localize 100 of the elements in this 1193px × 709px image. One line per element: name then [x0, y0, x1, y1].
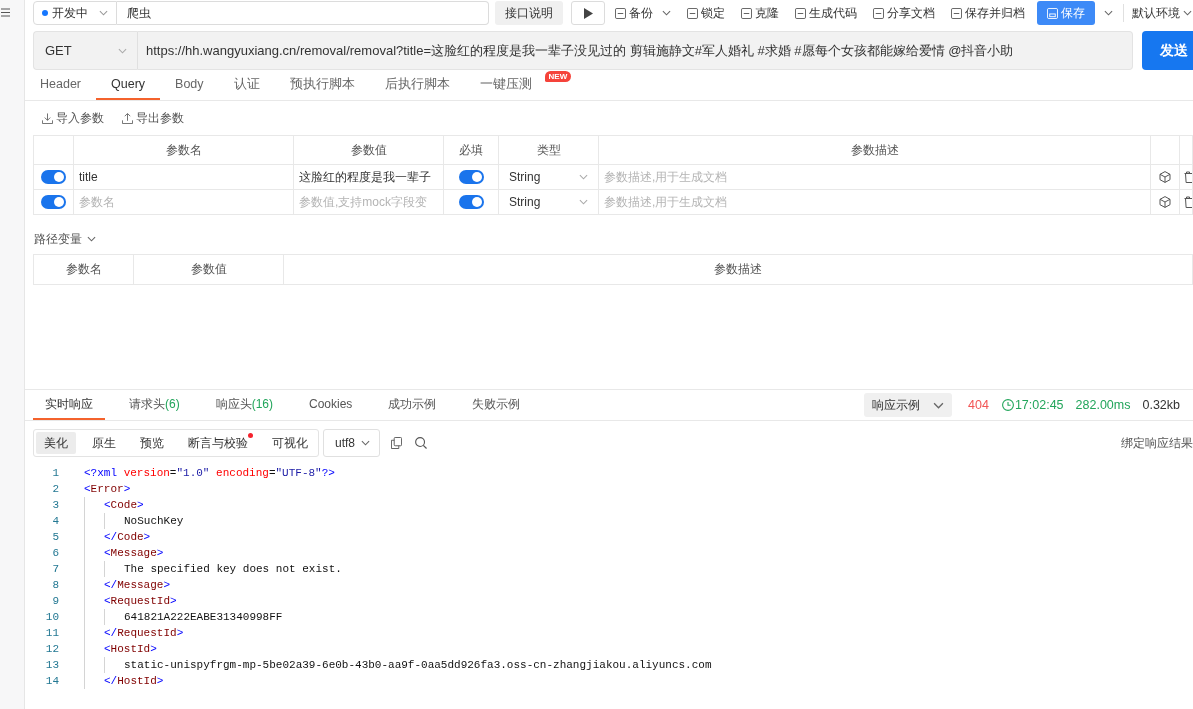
request-tab[interactable]: 预执行脚本 — [274, 70, 370, 100]
square-icon — [741, 7, 752, 19]
line-number: 11 — [44, 626, 59, 641]
param-value-field[interactable]: 参数值,支持mock字段变 — [294, 190, 443, 214]
param-description-field[interactable]: 参数描述,用于生成文档 — [599, 190, 1150, 214]
code-line: NoSuchKey — [124, 514, 184, 529]
code-line: <RequestId> — [104, 594, 177, 609]
menu-icon[interactable] — [1, 8, 10, 17]
type-dropdown[interactable]: String — [499, 165, 598, 189]
toggle-switch[interactable] — [458, 195, 484, 209]
example-dropdown[interactable]: 响应示例 — [864, 393, 953, 417]
request-tab[interactable]: 一键压测 — [464, 70, 547, 100]
request-tab[interactable]: Body — [160, 70, 219, 100]
column-header: 参数描述 — [599, 136, 1151, 165]
request-tab[interactable]: Query — [96, 70, 161, 100]
method-dropdown[interactable]: GET — [33, 31, 138, 70]
toolbar-button[interactable]: 备份 — [609, 1, 677, 25]
toolbar-button[interactable]: 锁定 — [681, 1, 731, 25]
column-header: 参数名 — [34, 255, 134, 285]
play-icon — [583, 7, 593, 19]
code-line: </Message> — [104, 578, 171, 593]
param-description-field[interactable]: 参数描述,用于生成文档 — [599, 165, 1150, 189]
square-icon — [687, 7, 698, 19]
response-tab[interactable]: 成功示例 — [376, 390, 449, 420]
response-tab[interactable]: 失败示例 — [460, 390, 533, 420]
code-line: <Error> — [84, 482, 131, 497]
code-line: The specified key does not exist. — [124, 562, 342, 577]
encoding-dropdown[interactable]: utf8 — [323, 429, 380, 457]
column-header: 参数名 — [74, 136, 294, 165]
response-tab[interactable]: 响应头(16) — [203, 390, 285, 420]
line-number: 1 — [51, 466, 59, 481]
line-number: 8 — [51, 578, 59, 593]
toggle-switch[interactable] — [41, 195, 66, 209]
type-dropdown[interactable]: String — [499, 190, 598, 214]
export-button[interactable]: 导出参数 — [122, 109, 184, 127]
chevron-down-icon — [579, 199, 588, 205]
column-header: 类型 — [499, 136, 599, 165]
square-icon — [615, 7, 626, 19]
param-name-field[interactable]: 参数名 — [74, 190, 293, 214]
toolbar-button[interactable]: 生成代码 — [789, 1, 863, 25]
trash-icon[interactable] — [1184, 171, 1192, 183]
code-line: <?xml version="1.0" encoding="UTF-8"?> — [84, 466, 335, 481]
code-line: </RequestId> — [104, 626, 184, 641]
view-mode-tab[interactable]: 原生 — [84, 432, 124, 454]
column-header: 参数描述 — [284, 255, 1193, 285]
view-mode-tab[interactable]: 断言与校验 — [180, 432, 256, 454]
code-line: static-unispyfrgm-mp-5be02a39-6e0b-43b0-aa9f-0aa5dd926fa3.oss-cn-zhangjiakou.aliyuncs.com — [124, 658, 712, 673]
response-tab[interactable]: Cookies — [297, 390, 365, 420]
line-number: 13 — [44, 658, 59, 673]
toggle-switch[interactable] — [458, 170, 484, 184]
request-tab[interactable]: 后执行脚本 — [369, 70, 465, 100]
view-mode-tab[interactable]: 可视化 — [264, 432, 316, 454]
response-tab[interactable]: 请求头(6) — [117, 390, 192, 420]
bind-response-button[interactable]: 绑定响应结果 — [1121, 434, 1193, 452]
square-icon — [873, 7, 884, 19]
code-line: <Message> — [104, 546, 164, 561]
code-line: 641821A222EABE31340998FF — [124, 610, 283, 625]
line-number: 4 — [51, 514, 59, 529]
column-header: 参数值 — [134, 255, 284, 285]
line-number: 2 — [51, 482, 59, 497]
column-header: 必填 — [444, 136, 499, 165]
chevron-down-icon — [933, 401, 945, 409]
clock-icon — [1001, 399, 1014, 411]
param-value-field[interactable]: 这脸红的程度是我一辈子 — [294, 165, 443, 189]
response-duration: 282.00ms — [1075, 398, 1131, 412]
view-mode-tab[interactable]: 预览 — [132, 432, 172, 454]
copy-icon[interactable] — [391, 437, 402, 449]
doc-button[interactable]: 接口说明 — [495, 1, 563, 25]
param-name-field[interactable]: title — [74, 165, 293, 189]
new-badge: NEW — [544, 71, 572, 82]
toolbar-button[interactable]: 保存并归档 — [945, 1, 1031, 25]
chevron-down-icon — [118, 47, 127, 54]
path-variables-toggle[interactable]: 路径变量 — [33, 229, 97, 249]
cube-icon[interactable] — [1159, 171, 1171, 183]
save-icon — [1047, 7, 1058, 19]
trash-icon[interactable] — [1184, 196, 1192, 208]
request-tab[interactable]: 认证 — [218, 70, 275, 100]
chevron-down-icon — [1103, 10, 1113, 16]
column-header: 参数值 — [294, 136, 444, 165]
toggle-switch[interactable] — [41, 170, 66, 184]
environment-dropdown[interactable]: 默认环境 — [1130, 1, 1193, 25]
code-line: <HostId> — [104, 642, 157, 657]
name-field[interactable]: 爬虫 — [117, 1, 489, 25]
status-dropdown[interactable]: 开发中 — [33, 1, 117, 25]
toolbar-button[interactable]: 克隆 — [735, 1, 785, 25]
import-button[interactable]: 导入参数 — [42, 109, 104, 127]
send-button[interactable]: 发送 — [1142, 31, 1193, 70]
url-field[interactable]: https://hh.wangyuxiang.cn/removal/removal?title=这脸红的程度是我一辈子没见过的 剪辑施静文#军人婚礼 #求婚 #愿每个女孩都能嫁给爱情 @抖音小助 — [138, 31, 1133, 70]
search-icon[interactable] — [415, 437, 427, 449]
response-time: 17:02:45 — [1014, 398, 1064, 412]
cube-icon[interactable] — [1159, 196, 1171, 208]
response-tab[interactable]: 实时响应 — [33, 390, 105, 420]
toolbar-button[interactable]: 分享文档 — [867, 1, 941, 25]
view-mode-tab[interactable]: 美化 — [36, 432, 76, 454]
upload-icon — [122, 112, 133, 124]
square-icon — [795, 7, 806, 19]
run-button[interactable] — [571, 1, 605, 25]
download-icon — [42, 112, 53, 124]
request-tab[interactable]: Header — [25, 70, 96, 100]
line-number: 10 — [44, 610, 59, 625]
